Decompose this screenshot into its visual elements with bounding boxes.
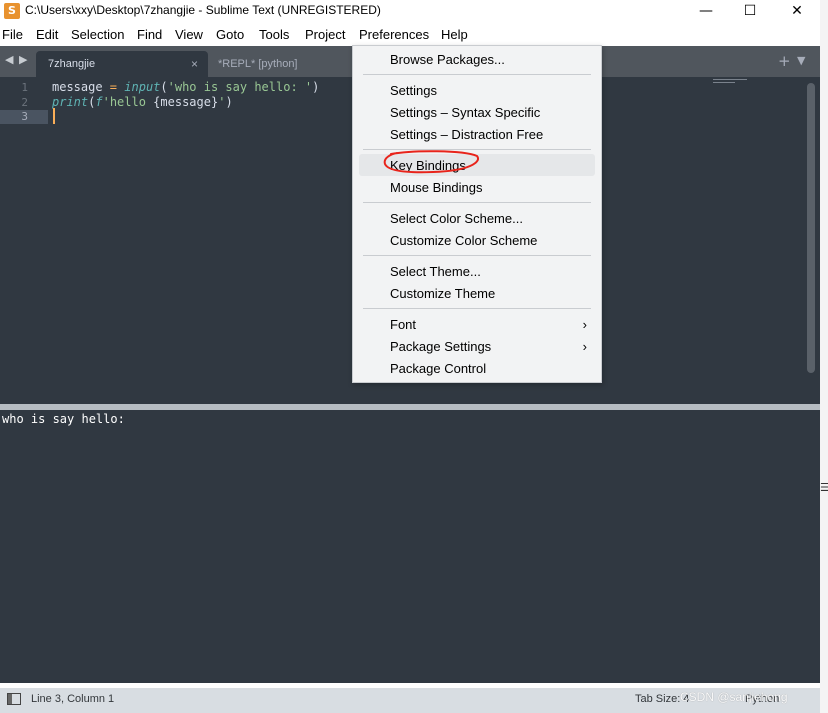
menu-item-package-settings[interactable]: Package Settings xyxy=(390,339,491,354)
right-edge-strip: ☰ xyxy=(820,0,828,713)
submenu-arrow-icon: › xyxy=(582,317,587,332)
minimize-button[interactable]: — xyxy=(683,0,729,22)
current-line-number: 3 xyxy=(0,110,48,124)
code-line-2: print(f'hello {message}') xyxy=(52,95,233,109)
menu-item-settings-distraction-free[interactable]: Settings – Distraction Free xyxy=(390,127,543,142)
title-bar: S C:\Users\xxy\Desktop\7zhangjie - Subli… xyxy=(0,0,820,22)
menu-item-package-control[interactable]: Package Control xyxy=(390,361,486,376)
menu-separator xyxy=(363,149,591,150)
sublime-app-icon: S xyxy=(4,3,20,19)
tab-list-dropdown-icon[interactable]: ▼ xyxy=(797,54,805,67)
menu-selection[interactable]: Selection xyxy=(71,27,124,42)
preferences-dropdown: Browse Packages... Settings Settings – S… xyxy=(352,45,602,383)
close-window-button[interactable]: ✕ xyxy=(774,0,820,22)
text-cursor xyxy=(53,108,55,124)
menu-edit[interactable]: Edit xyxy=(36,27,58,42)
menu-item-key-bindings[interactable]: Key Bindings xyxy=(390,158,466,173)
menu-bar: File Edit Selection Find View Goto Tools… xyxy=(0,25,820,45)
menu-separator xyxy=(363,74,591,75)
watermark: CSDN @sanjiehong xyxy=(680,690,788,704)
menu-tools[interactable]: Tools xyxy=(259,27,289,42)
output-text: who is say hello: xyxy=(2,412,125,426)
tab-nav-left-icon[interactable]: ◀ xyxy=(5,53,13,66)
menu-goto[interactable]: Goto xyxy=(216,27,244,42)
submenu-arrow-icon: › xyxy=(582,339,587,354)
menu-separator xyxy=(363,308,591,309)
line-gutter: 1 2 3 xyxy=(0,77,48,404)
edge-icon: ☰ xyxy=(820,481,828,494)
menu-item-mouse-bindings[interactable]: Mouse Bindings xyxy=(390,180,483,195)
output-panel[interactable]: who is say hello: xyxy=(0,410,820,683)
menu-file[interactable]: File xyxy=(2,27,23,42)
tab-7zhangjie[interactable]: 7zhangjie × xyxy=(36,51,208,77)
tab-close-icon[interactable]: × xyxy=(191,52,198,76)
line-number: 1 xyxy=(21,81,28,94)
menu-help[interactable]: Help xyxy=(441,27,468,42)
new-tab-plus-icon[interactable]: + xyxy=(778,52,791,70)
menu-item-settings[interactable]: Settings xyxy=(390,83,437,98)
menu-item-settings-syntax-specific[interactable]: Settings – Syntax Specific xyxy=(390,105,540,120)
tab-nav-right-icon[interactable]: ▶ xyxy=(19,53,27,66)
line-number: 2 xyxy=(21,96,28,109)
toggle-panel-icon[interactable] xyxy=(7,693,21,705)
editor-scrollbar[interactable] xyxy=(807,83,815,373)
menu-item-font[interactable]: Font xyxy=(390,317,416,332)
cursor-position: Line 3, Column 1 xyxy=(31,693,115,705)
minimap[interactable] xyxy=(713,79,753,87)
menu-item-customize-color-scheme[interactable]: Customize Color Scheme xyxy=(390,233,537,248)
menu-project[interactable]: Project xyxy=(305,27,345,42)
menu-view[interactable]: View xyxy=(175,27,203,42)
window-title: C:\Users\xxy\Desktop\7zhangjie - Sublime… xyxy=(25,3,381,17)
tab-label: 7zhangjie xyxy=(48,58,96,70)
menu-separator xyxy=(363,202,591,203)
menu-item-select-color-scheme[interactable]: Select Color Scheme... xyxy=(390,211,523,226)
menu-item-browse-packages[interactable]: Browse Packages... xyxy=(390,52,505,67)
menu-item-customize-theme[interactable]: Customize Theme xyxy=(390,286,495,301)
code-line-1: message = input('who is say hello: ') xyxy=(52,80,320,94)
menu-preferences[interactable]: Preferences xyxy=(359,27,430,42)
menu-find[interactable]: Find xyxy=(137,27,162,42)
maximize-button[interactable]: ☐ xyxy=(727,0,773,22)
tab-label: *REPL* [python] xyxy=(218,58,298,70)
menu-separator xyxy=(363,255,591,256)
tab-repl-python[interactable]: *REPL* [python] xyxy=(212,51,352,77)
menu-item-select-theme[interactable]: Select Theme... xyxy=(390,264,481,279)
